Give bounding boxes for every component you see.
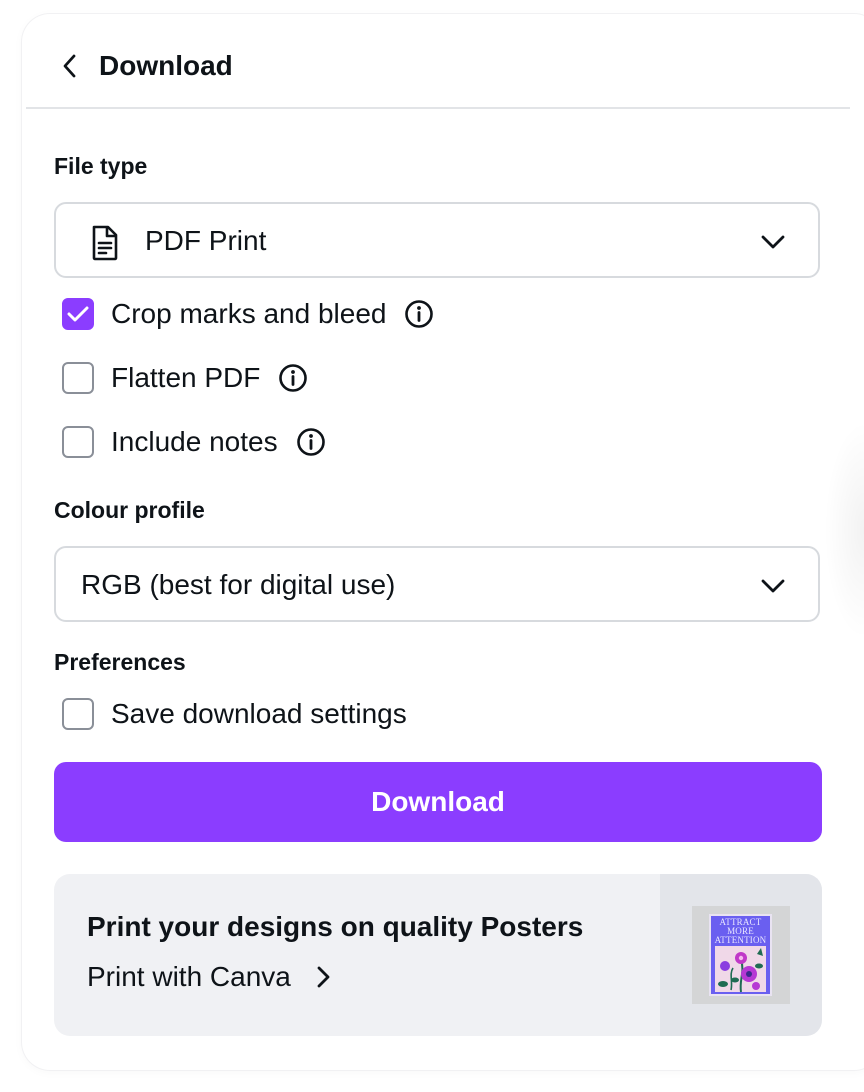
print-promo-card[interactable]: Print your designs on quality Posters Pr… (54, 874, 822, 1036)
chevron-down-icon (761, 579, 785, 593)
file-type-select[interactable]: PDF Print (54, 202, 820, 278)
crop-marks-checkbox[interactable] (62, 298, 94, 330)
file-type-value: PDF Print (145, 225, 267, 256)
file-type-label: File type (54, 153, 148, 179)
include-notes-checkbox[interactable] (62, 426, 94, 458)
flower-illustration (715, 946, 766, 993)
include-notes-label: Include notes (111, 426, 278, 457)
option-include-notes[interactable]: Include notes (62, 425, 326, 459)
chevron-right-icon (317, 966, 330, 988)
poster-frame: ATTRACT MORE ATTENTION (692, 906, 790, 1004)
document-icon (92, 225, 118, 261)
panel-title: Download (99, 50, 233, 81)
flatten-pdf-checkbox[interactable] (62, 362, 94, 394)
save-settings-checkbox[interactable] (62, 698, 94, 730)
preferences-label: Preferences (54, 649, 186, 675)
chevron-down-icon (761, 235, 785, 249)
colour-profile-value: RGB (best for digital use) (81, 569, 396, 600)
poster-text: ATTRACT MORE ATTENTION (714, 917, 767, 945)
colour-profile-select[interactable]: RGB (best for digital use) (54, 546, 820, 622)
side-shadow (824, 420, 864, 640)
poster-image: ATTRACT MORE ATTENTION (709, 914, 772, 996)
info-icon[interactable] (296, 427, 326, 457)
option-flatten-pdf[interactable]: Flatten PDF (62, 361, 308, 395)
back-button[interactable] (52, 46, 88, 86)
info-icon[interactable] (278, 363, 308, 393)
option-save-settings[interactable]: Save download settings (62, 697, 407, 731)
info-icon[interactable] (404, 299, 434, 329)
download-button[interactable]: Download (54, 762, 822, 842)
option-crop-marks[interactable]: Crop marks and bleed (62, 297, 434, 331)
colour-profile-label: Colour profile (54, 497, 205, 523)
chevron-left-icon (63, 54, 76, 78)
print-with-canva-link[interactable]: Print with Canva (87, 960, 333, 994)
promo-link-label: Print with Canva (87, 961, 291, 992)
crop-marks-label: Crop marks and bleed (111, 298, 387, 329)
flatten-pdf-label: Flatten PDF (111, 362, 261, 393)
poster-thumbnail: ATTRACT MORE ATTENTION (660, 874, 822, 1036)
save-settings-label: Save download settings (111, 698, 407, 729)
checkmark-icon (67, 306, 89, 322)
promo-title: Print your designs on quality Posters (87, 911, 584, 942)
